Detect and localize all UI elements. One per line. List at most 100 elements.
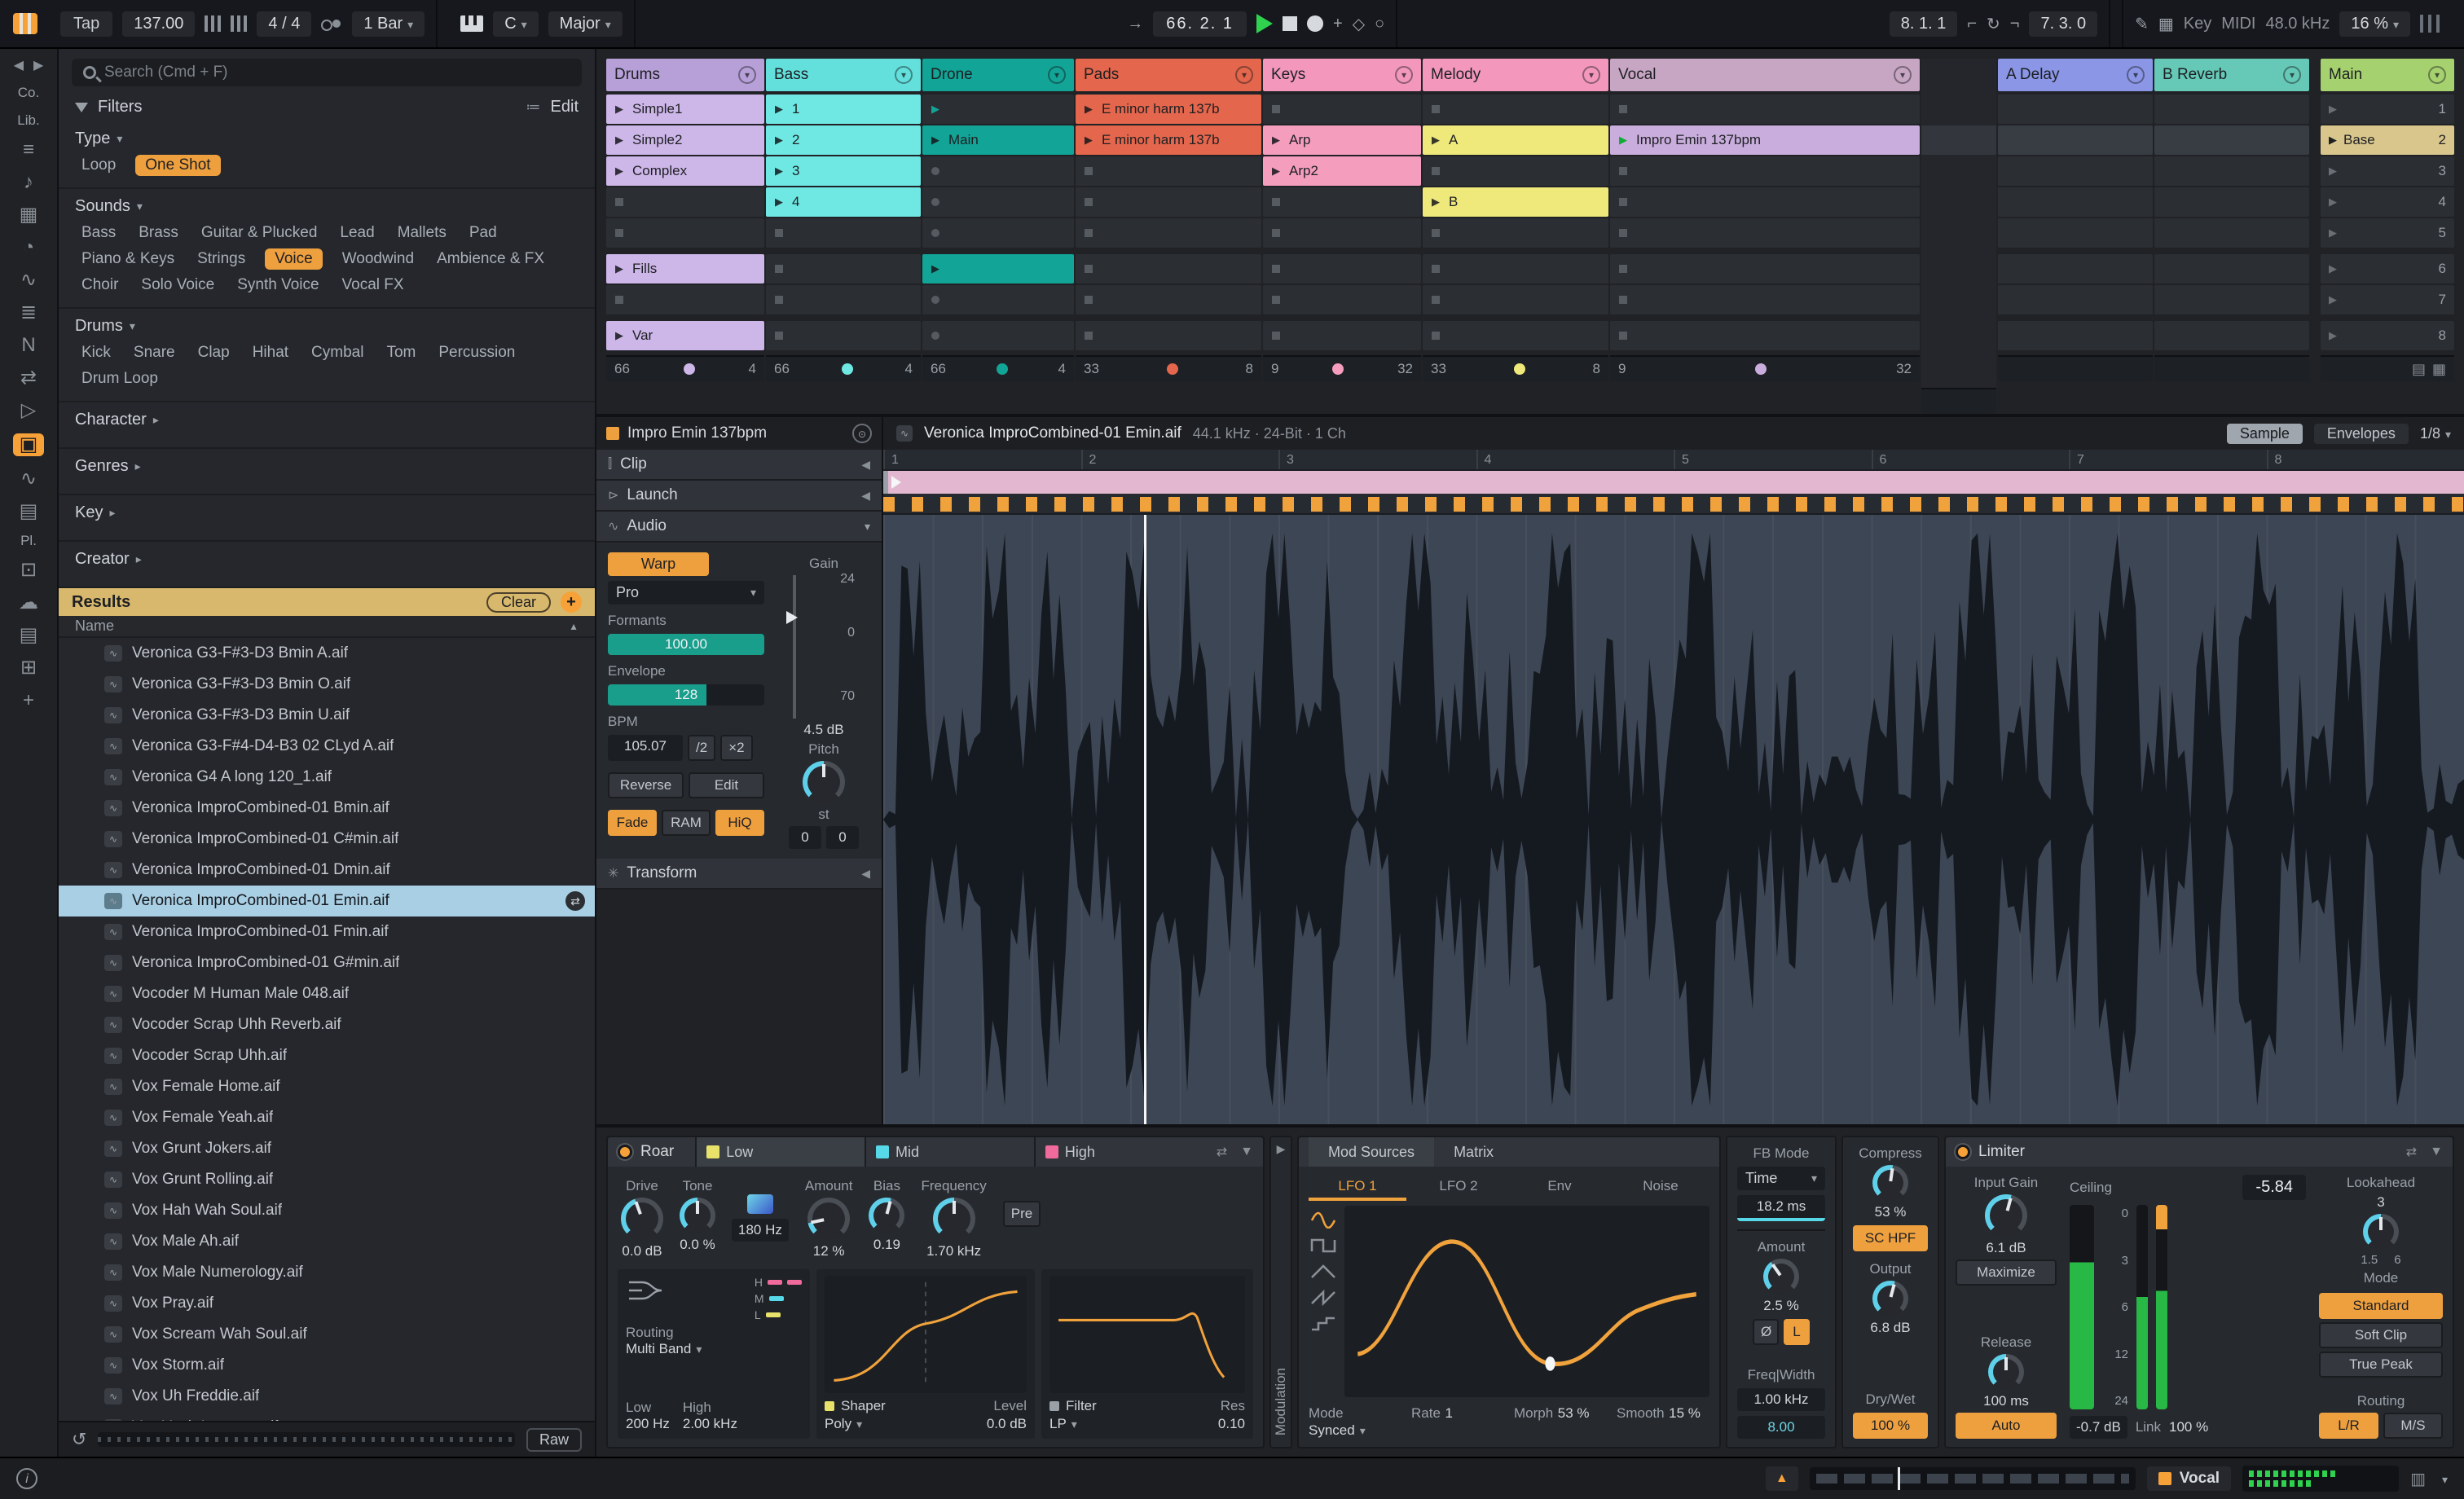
track-fold-icon[interactable]: ▾ [1048, 66, 1066, 84]
return-slot[interactable] [1998, 95, 2153, 124]
clip-launch-icon[interactable] [1269, 296, 1283, 304]
filter-chip[interactable]: Ambience & FX [433, 248, 548, 270]
return-slot[interactable] [1998, 321, 2153, 350]
phase-invert-toggle[interactable]: Ø [1753, 1319, 1779, 1345]
bpm-double-button[interactable]: ×2 [720, 735, 753, 761]
track-header[interactable]: Bass ▾ [766, 59, 921, 91]
gain-slider-handle[interactable] [786, 610, 798, 624]
rail-icon[interactable]: ▤ [20, 626, 38, 645]
return-slot[interactable] [2154, 254, 2309, 284]
clip-launch-icon[interactable] [613, 165, 626, 178]
clip-slot[interactable] [1076, 321, 1261, 350]
clip-launch-icon[interactable] [1617, 296, 1630, 304]
clip-slot[interactable]: Main [922, 125, 1074, 155]
return-slot[interactable] [1998, 285, 2153, 314]
clip-slot[interactable] [1263, 95, 1421, 124]
clip-slot[interactable] [922, 95, 1074, 124]
filter-chip[interactable]: Synth Voice [234, 275, 322, 296]
clip-slot[interactable] [1263, 285, 1421, 314]
collapse-left-icon[interactable] [861, 864, 870, 882]
ceiling-meter[interactable] [2070, 1205, 2094, 1409]
clip-slot[interactable]: Arp2 [1263, 156, 1421, 186]
low-crossover-value[interactable]: 200 Hz [626, 1416, 670, 1432]
clip-launch-icon[interactable] [1082, 229, 1095, 237]
return-slot[interactable] [2154, 95, 2309, 124]
return-slot[interactable] [1998, 156, 2153, 186]
hiq-toggle[interactable]: HiQ [715, 810, 764, 836]
filter-chip[interactable]: Drum Loop [78, 368, 161, 389]
track-header[interactable]: Vocal ▾ [1610, 59, 1920, 91]
clip-launch-icon[interactable] [1617, 167, 1630, 175]
smooth-value[interactable]: 15 % [1669, 1405, 1701, 1421]
clip-slot[interactable] [922, 254, 1074, 284]
rail-icon[interactable]: ≡ [23, 140, 34, 160]
filter-chip[interactable]: Bass [78, 222, 119, 244]
track-fold-icon[interactable]: ▾ [1582, 66, 1600, 84]
return-slot[interactable] [2154, 187, 2309, 217]
track-fold-icon[interactable]: ▾ [1894, 66, 1912, 84]
filter-chip[interactable]: Woodwind [339, 248, 417, 270]
scene-play-icon[interactable]: ▶ [2329, 293, 2337, 306]
list-item[interactable]: Veronica ImproCombined-01 G#min.aif ⇄ [95, 947, 595, 978]
info-icon[interactable]: i [16, 1468, 37, 1489]
track-fold-icon[interactable]: ▾ [1235, 66, 1253, 84]
clip-launch-icon[interactable] [1269, 165, 1283, 178]
rail-icon[interactable]: ≣ [20, 303, 37, 323]
bias-knob[interactable] [869, 1198, 905, 1233]
tab-mod-sources[interactable]: Mod Sources [1309, 1137, 1435, 1167]
clip-slot[interactable] [1610, 156, 1920, 186]
key-map-label[interactable]: Key [2184, 15, 2211, 33]
clip-slot[interactable] [1076, 156, 1261, 186]
loop-toggle-icon[interactable]: ↻ [1987, 14, 2000, 34]
filter-chip[interactable]: Solo Voice [138, 275, 218, 296]
routing-ms-toggle[interactable]: M/S [2383, 1413, 2443, 1439]
pitch-fine-value[interactable]: 0 [826, 826, 859, 849]
compress-knob[interactable] [1872, 1165, 1908, 1201]
clip-slot[interactable]: Impro Emin 137bpm [1610, 125, 1920, 155]
filter-section-header[interactable]: Drums ▾ [75, 312, 579, 341]
fb-width-value[interactable]: 8.00 [1737, 1416, 1825, 1439]
clip-slot[interactable] [766, 285, 921, 314]
arrangement-position-display[interactable]: 66. 2. 1 [1153, 11, 1247, 37]
clip-slot[interactable] [1076, 254, 1261, 284]
scene-play-icon[interactable]: ▶ [2329, 262, 2337, 275]
track-header[interactable]: Drums ▾ [606, 59, 764, 91]
clip-slot[interactable] [1423, 285, 1608, 314]
true-peak-toggle[interactable]: True Peak [2319, 1352, 2443, 1378]
amount-value[interactable]: 12 % [813, 1243, 845, 1259]
hot-swap-icon[interactable]: ⇄ [1217, 1144, 1227, 1160]
arrangement-overview[interactable] [1809, 1467, 2136, 1490]
collapse-left-icon[interactable] [861, 486, 870, 504]
clip-launch-icon[interactable] [772, 229, 785, 237]
tab-envelopes[interactable]: Envelopes [2313, 423, 2409, 444]
list-item[interactable]: Veronica ImproCombined-01 Dmin.aif ⇄ [95, 855, 595, 886]
tab-matrix[interactable]: Matrix [1434, 1137, 1513, 1167]
maximize-button[interactable]: Maximize [1956, 1259, 2057, 1286]
clip-slot[interactable] [1423, 321, 1608, 350]
midi-map-label[interactable]: MIDI [2221, 15, 2255, 33]
clip-launch-icon[interactable] [1617, 134, 1630, 147]
filter-chip[interactable]: Guitar & Plucked [198, 222, 321, 244]
clip-launch-icon[interactable] [1269, 229, 1283, 237]
clip-slot[interactable]: Simple2 [606, 125, 764, 155]
draw-mode-icon[interactable]: ✎ [2135, 14, 2149, 34]
band-tab[interactable]: High [1033, 1137, 1203, 1167]
release-knob[interactable] [1988, 1354, 2024, 1390]
clip-slot[interactable] [1076, 285, 1261, 314]
rail-icon[interactable]: ▦ [20, 205, 38, 225]
band-tab[interactable]: Mid [865, 1137, 1034, 1167]
filter-chip[interactable]: Snare [130, 342, 178, 363]
rail-icon[interactable]: + [23, 691, 34, 710]
list-item[interactable]: Vox Yeah Ironman.aif ⇄ [95, 1412, 595, 1421]
clip-launch-icon[interactable] [929, 198, 942, 206]
follow-icon[interactable]: → [1127, 15, 1143, 33]
piano-icon[interactable] [460, 15, 484, 32]
track-fold-icon[interactable]: ▾ [2428, 66, 2446, 84]
track-fold-icon[interactable]: ▾ [895, 66, 913, 84]
scene-play-icon[interactable]: ▶ [2329, 329, 2337, 342]
clip-launch-icon[interactable] [929, 332, 942, 340]
list-item[interactable]: Vox Male Ah.aif ⇄ [95, 1226, 595, 1257]
clip-launch-icon[interactable] [613, 329, 626, 342]
fb-time-value[interactable]: 18.2 ms [1737, 1195, 1825, 1221]
clip-slot[interactable]: Simple1 [606, 95, 764, 124]
